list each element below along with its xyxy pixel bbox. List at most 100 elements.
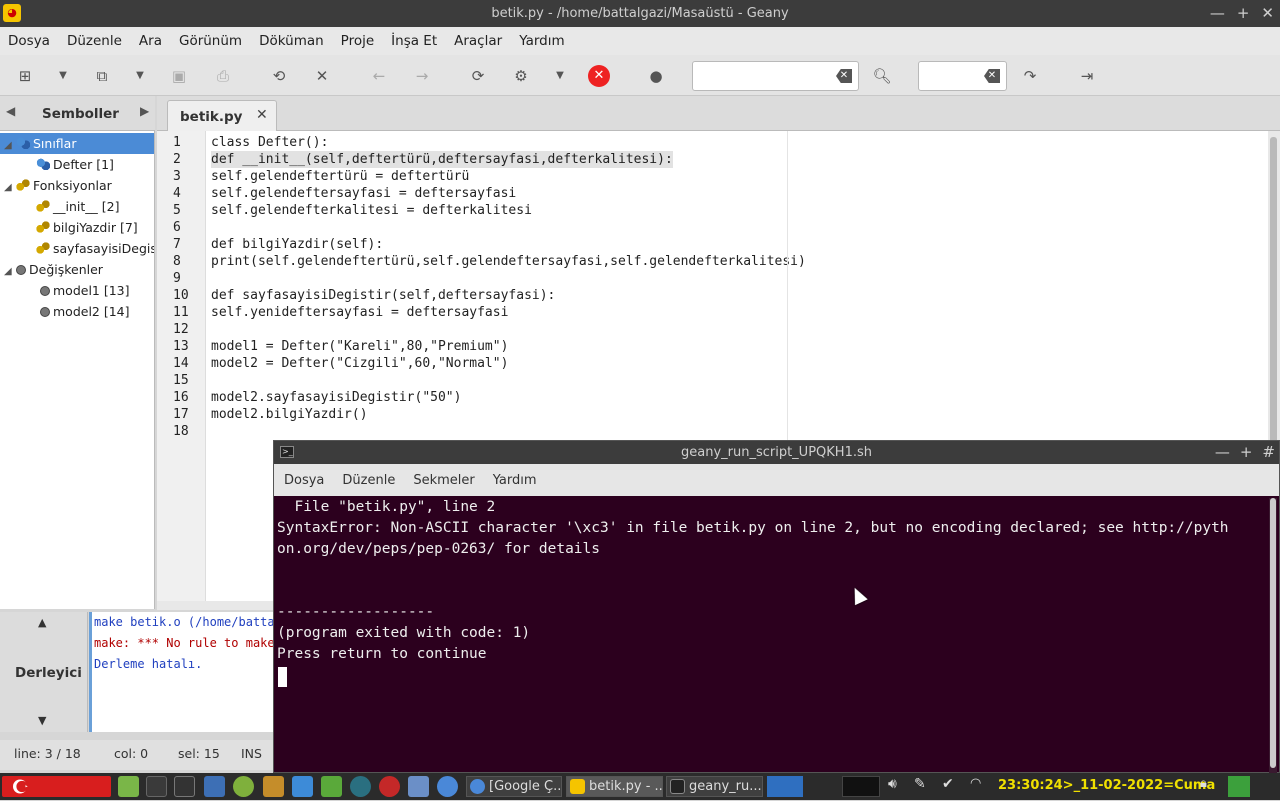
terminal-menu-dosya[interactable]: Dosya — [284, 473, 324, 488]
maximize-icon[interactable]: + — [1240, 441, 1253, 464]
network-app-icon[interactable] — [350, 776, 371, 797]
workspace-switcher[interactable] — [767, 776, 803, 797]
taskbar-window-terminal[interactable]: geany_ru... — [666, 776, 763, 797]
code-line[interactable]: class Defter(): — [211, 134, 328, 151]
flag-launcher-icon[interactable] — [2, 776, 111, 797]
menu-ara[interactable]: Ara — [139, 33, 162, 49]
maximize-icon[interactable]: + — [1237, 0, 1250, 27]
scrollbar-thumb[interactable] — [1270, 498, 1276, 768]
app-y-icon[interactable] — [233, 776, 254, 797]
terminal-titlebar[interactable]: >_ geany_run_script_UPQKH1.sh — + # — [274, 441, 1279, 464]
taskbar-window-google[interactable]: [Google Ç... — [466, 776, 562, 797]
close-icon[interactable]: # — [1262, 441, 1275, 464]
shield-check-icon[interactable]: ✔ — [942, 776, 960, 797]
mail-icon[interactable] — [408, 776, 429, 797]
tree-item-bilgiyazdir[interactable]: bilgiYazdir [7] — [36, 217, 138, 238]
search-input[interactable]: ✕ — [692, 61, 859, 91]
search-icon[interactable]: 🔍︎ — [871, 65, 893, 87]
menu-dosya[interactable]: Dosya — [8, 33, 50, 49]
code-line[interactable]: model1 = Defter("Kareli",80,"Premium") — [211, 338, 508, 355]
taskbar-window-geany[interactable]: betik.py - ... — [566, 776, 663, 797]
goto-line-input[interactable]: ✕ — [918, 61, 1007, 91]
code-line[interactable]: self.gelendeftersayfasi = deftersayfasi — [211, 185, 516, 202]
close-tab-icon[interactable]: ✕ — [256, 107, 268, 123]
tab-scroll-down-icon[interactable]: ▼ — [38, 714, 46, 727]
screenshot-icon[interactable] — [204, 776, 225, 797]
expander-icon[interactable]: ◢ — [4, 135, 16, 156]
stop-run-icon[interactable]: ✕ — [588, 65, 610, 87]
minimize-icon[interactable]: — — [1210, 0, 1225, 27]
tab-compiler[interactable]: Derleyici — [15, 665, 82, 681]
expander-icon[interactable]: ◢ — [4, 261, 16, 282]
open-dropdown-chevron-down-icon[interactable]: ▼ — [129, 65, 151, 87]
terminal-window[interactable]: >_ geany_run_script_UPQKH1.sh — + # Dosy… — [273, 440, 1280, 773]
terminal-menu-duzenle[interactable]: Düzenle — [342, 473, 395, 488]
expander-icon[interactable]: ◢ — [4, 177, 16, 198]
build-gear-icon[interactable]: ⚙ — [510, 65, 532, 87]
code-line[interactable]: model2.bilgiYazdir() — [211, 406, 368, 423]
menu-gorunum[interactable]: Görünüm — [179, 33, 242, 49]
tree-item-fonksiyonlar[interactable]: ◢ Fonksiyonlar — [4, 175, 112, 196]
menu-proje[interactable]: Proje — [341, 33, 374, 49]
tree-item-siniflar[interactable]: ◢ Sınıflar — [0, 133, 154, 156]
code-line[interactable]: model2 = Defter("Cizgili",60,"Normal") — [211, 355, 508, 372]
tree-item-sayfasayisidegistir[interactable]: sayfasayisiDegistir [10] — [36, 238, 154, 259]
message-line[interactable]: Derleme hatalı. — [94, 657, 202, 671]
volume-icon[interactable]: 🔊︎ — [888, 776, 904, 797]
wifi-icon[interactable]: ◠ — [970, 776, 992, 797]
message-line[interactable]: make betik.o (/home/battalgazi/Masaüstü … — [94, 615, 279, 629]
color-picker-drop-icon[interactable]: ● — [645, 65, 667, 87]
tab-scroll-left-icon[interactable]: ◀ — [6, 104, 15, 118]
browser-icon[interactable] — [437, 776, 458, 797]
quit-icon[interactable]: ⇥ — [1076, 65, 1098, 87]
files-icon[interactable] — [118, 776, 139, 797]
code-line[interactable]: def sayfasayisiDegistir(self,deftersayfa… — [211, 287, 555, 304]
document-icon[interactable] — [321, 776, 342, 797]
close-file-icon[interactable]: ✕ — [311, 65, 333, 87]
lock-icon[interactable]: 🔒︎ — [1200, 776, 1216, 797]
compile-icon[interactable]: ⟳ — [467, 65, 489, 87]
tab-betik-py[interactable]: betik.py ✕ — [167, 100, 277, 131]
tree-item-model1[interactable]: model1 [13] — [40, 280, 130, 301]
minimize-icon[interactable]: — — [1215, 441, 1230, 464]
open-file-icon[interactable]: ⧉ — [91, 65, 113, 87]
build-dropdown-chevron-down-icon[interactable]: ▼ — [549, 65, 571, 87]
tab-symbols[interactable]: Semboller — [42, 106, 119, 122]
menu-dokuman[interactable]: Döküman — [259, 33, 324, 49]
clip-icon[interactable]: ✎ — [914, 776, 930, 797]
code-line[interactable]: def __init__(self,deftertürü,deftersayfa… — [211, 151, 673, 168]
forward-arrow-icon[interactable]: → — [411, 65, 433, 87]
clock[interactable]: 23:30:24>_11-02-2022=Cuma — [998, 778, 1215, 793]
code-line[interactable]: def bilgiYazdir(self): — [211, 236, 383, 253]
clear-goto-icon[interactable]: ✕ — [984, 69, 1000, 83]
menu-insa-et[interactable]: İnşa Et — [391, 33, 437, 49]
tree-item-model2[interactable]: model2 [14] — [40, 301, 130, 322]
terminal-menu-yardim[interactable]: Yardım — [493, 473, 537, 488]
new-file-icon[interactable]: ⊞ — [14, 65, 36, 87]
clear-search-icon[interactable]: ✕ — [836, 69, 852, 83]
app-a-icon[interactable] — [292, 776, 313, 797]
menu-yardim[interactable]: Yardım — [519, 33, 564, 49]
tree-item-defter[interactable]: Defter [1] — [36, 154, 114, 175]
save-all-icon[interactable]: ⎙ — [212, 65, 234, 87]
logout-icon[interactable] — [1228, 776, 1250, 797]
media-icon[interactable] — [379, 776, 400, 797]
code-line[interactable]: self.yenideftersayfasi = deftersayfasi — [211, 304, 508, 321]
reload-icon[interactable]: ⟲ — [268, 65, 290, 87]
save-icon[interactable]: ▣ — [168, 65, 190, 87]
goto-line-icon[interactable]: ↷ — [1019, 65, 1041, 87]
close-icon[interactable]: ✕ — [1261, 0, 1274, 27]
tab-scroll-right-icon[interactable]: ▶ — [140, 104, 149, 118]
terminal-scrollbar[interactable] — [1269, 498, 1277, 773]
archive-icon[interactable] — [263, 776, 284, 797]
code-line[interactable]: self.gelendeftertürü = deftertürü — [211, 168, 469, 185]
message-line[interactable]: make: *** No rule to make target 'betik.… — [94, 636, 279, 650]
system-monitor-icon[interactable] — [146, 776, 167, 797]
tree-item-degiskenler[interactable]: ◢ Değişkenler — [4, 259, 103, 280]
tree-item-init[interactable]: __init__ [2] — [36, 196, 119, 217]
code-line[interactable]: model2.sayfasayisiDegistir("50") — [211, 389, 461, 406]
menu-araclar[interactable]: Araçlar — [454, 33, 502, 49]
code-line[interactable]: self.gelendefterkalitesi = defterkalites… — [211, 202, 532, 219]
new-dropdown-chevron-down-icon[interactable]: ▼ — [52, 65, 74, 87]
menu-duzenle[interactable]: Düzenle — [67, 33, 122, 49]
